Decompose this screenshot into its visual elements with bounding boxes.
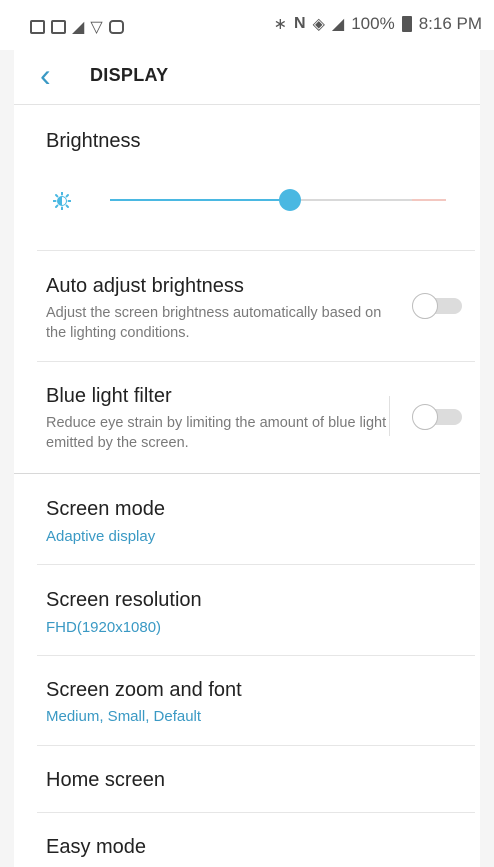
auto-adjust-label[interactable]: Auto adjust brightness xyxy=(46,275,244,298)
back-arrow-icon[interactable]: ‹ xyxy=(40,59,51,91)
section-divider xyxy=(14,473,480,474)
shield-icon: ▽ xyxy=(90,19,103,36)
divider xyxy=(37,361,475,362)
signal-icon: ◢ xyxy=(331,16,345,33)
brightness-slider-fill xyxy=(110,199,290,201)
clock: 8:16 PM xyxy=(418,14,482,33)
brightness-sun-icon xyxy=(53,192,71,210)
toggle-knob xyxy=(412,404,438,430)
notification-icons: ◢ ▽ xyxy=(30,17,124,37)
battery-percentage: 100% xyxy=(351,14,395,33)
blue-light-description: Reduce eye strain by limiting the amount… xyxy=(46,415,387,451)
brightness-slider-track[interactable] xyxy=(290,199,412,201)
brightness-slider-thumb[interactable] xyxy=(279,189,301,211)
header-divider xyxy=(14,104,480,105)
battery-icon xyxy=(401,16,412,32)
brightness-slider-high-zone xyxy=(412,199,446,201)
divider xyxy=(37,655,475,656)
auto-adjust-toggle[interactable] xyxy=(412,293,464,319)
bluetooth-icon: ∗ xyxy=(273,16,288,33)
flipboard-icon: ◢ xyxy=(72,19,85,36)
screen-mode-value: Adaptive display xyxy=(46,528,156,545)
blue-light-toggle[interactable] xyxy=(412,404,464,430)
status-bar: ◢ ▽ ∗ N ◈ ◢ 100% 8:16 PM xyxy=(0,0,494,50)
app-header: ‹ DISPLAY xyxy=(14,50,480,104)
brightness-label: Brightness xyxy=(46,130,141,152)
system-status: ∗ N ◈ ◢ 100% 8:16 PM xyxy=(274,14,482,34)
gallery-notification-icon xyxy=(51,20,66,34)
screen-zoom-label[interactable]: Screen zoom and font xyxy=(46,679,242,702)
blue-light-label[interactable]: Blue light filter xyxy=(46,385,172,408)
bag-icon xyxy=(108,20,124,34)
page-title: DISPLAY xyxy=(90,65,169,85)
easy-mode-label[interactable]: Easy mode xyxy=(46,836,146,859)
auto-adjust-description: Adjust the screen brightness automatical… xyxy=(46,305,382,341)
screen-resolution-label[interactable]: Screen resolution xyxy=(46,589,202,612)
divider xyxy=(37,250,475,251)
wifi-icon: ◈ xyxy=(312,16,325,33)
divider xyxy=(37,564,475,565)
divider xyxy=(37,812,475,813)
screen-resolution-value: FHD(1920x1080) xyxy=(46,619,162,636)
divider xyxy=(37,745,475,746)
screen-mode-label[interactable]: Screen mode xyxy=(46,498,165,521)
home-screen-label[interactable]: Home screen xyxy=(46,769,165,792)
vertical-separator xyxy=(389,396,390,436)
nfc-icon: N xyxy=(294,15,306,32)
gallery-notification-icon xyxy=(30,20,45,34)
toggle-knob xyxy=(412,293,438,319)
screen-zoom-value: Medium, Small, Default xyxy=(46,708,202,725)
